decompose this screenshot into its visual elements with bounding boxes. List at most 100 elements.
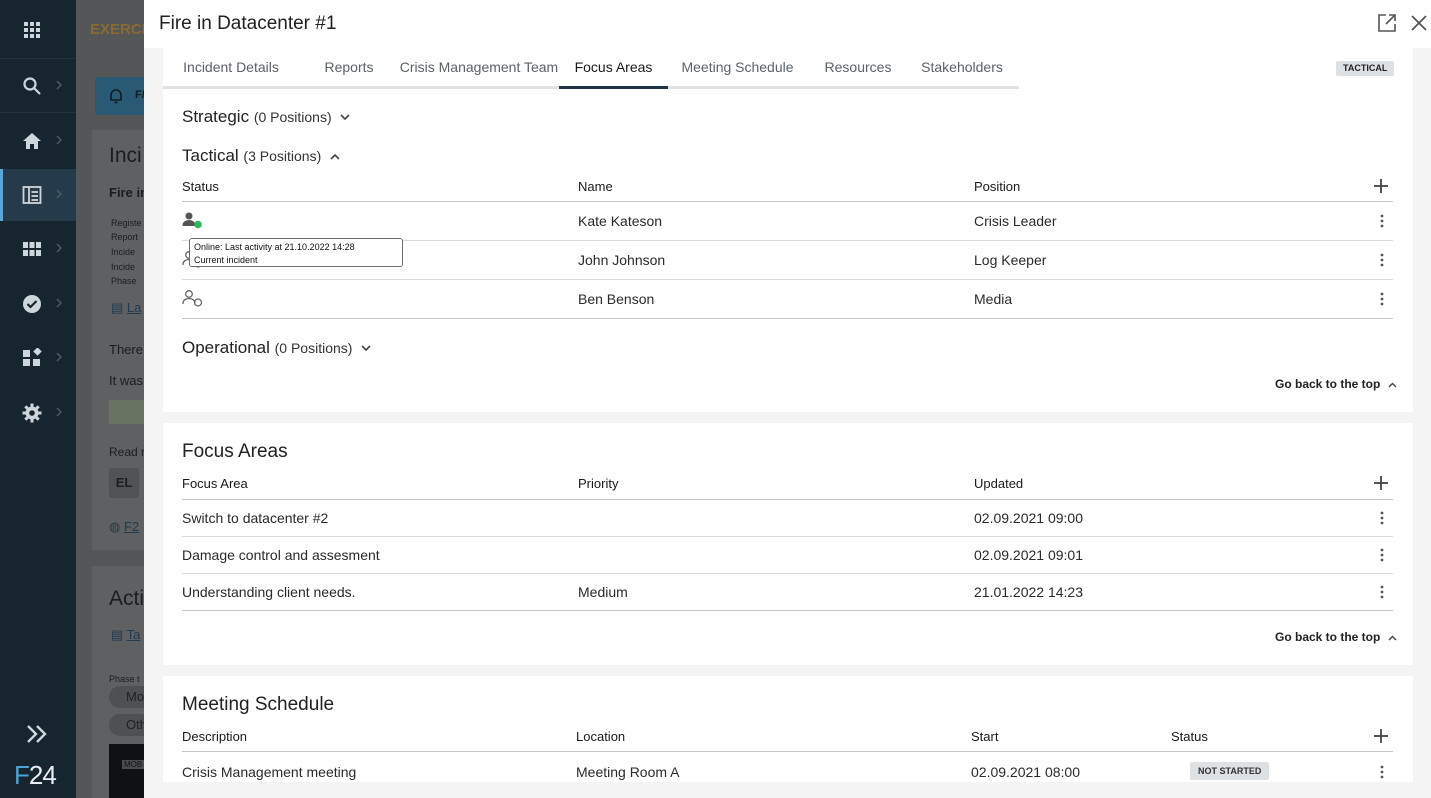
more-vert-icon[interactable] [1378,547,1386,563]
tab-reports[interactable]: Reports [299,47,399,89]
nav-incidents[interactable] [0,169,76,221]
chevron-right-icon [56,298,62,308]
background-meta: Phase t [109,674,140,684]
column-header-start[interactable]: Start [971,729,998,744]
focus-area-name[interactable]: Switch to datacenter #2 [182,510,328,526]
column-header-position[interactable]: Position [974,179,1020,194]
background-text: It was [109,373,143,388]
add-position-icon[interactable] [1373,178,1389,194]
tab-incident-details[interactable]: Incident Details [163,47,299,89]
background-link: ◍ F2 [109,519,140,534]
nav-tasks[interactable] [0,278,76,330]
meeting-schedule-card: Meeting Schedule Description Location St… [163,676,1413,782]
tactical-group-toggle[interactable]: Tactical (3 Positions) [182,146,340,166]
focus-area-priority: Medium [578,584,628,600]
chevron-down-icon [361,345,371,352]
focus-area-updated: 02.09.2021 09:00 [974,510,1083,526]
background-meta: Incide [111,247,136,257]
background-pill: Oth [109,714,144,736]
member-position: Crisis Leader [974,213,1057,229]
meeting-schedule-title: Meeting Schedule [182,694,335,715]
tab-resources[interactable]: Resources [807,47,909,89]
tab-focus-areas[interactable]: Focus Areas [559,47,668,89]
meeting-description[interactable]: Crisis Management meeting [182,764,356,780]
more-vert-icon[interactable] [1378,291,1386,307]
tab-crisis-management-team[interactable]: Crisis Management Team [399,47,559,89]
nav-divider [0,112,76,113]
search-icon [23,77,41,95]
background-heading: Inci [109,144,142,167]
tooltip-line: Online: Last activity at 21.10.2022 14:2… [194,242,355,252]
home-icon [23,133,41,149]
column-header-status[interactable]: Status [182,179,219,194]
column-header-priority[interactable]: Priority [578,476,618,491]
double-chevron-right-icon[interactable] [26,724,48,744]
status-tooltip: Online: Last activity at 21.10.2022 14:2… [189,238,403,267]
exercise-banner: EXERCIS [90,21,144,38]
background-meta: Registe [111,218,142,228]
chevron-right-icon [56,352,62,362]
strategic-group-toggle[interactable]: Strategic (0 Positions) [182,107,350,127]
background-heading: Acti [109,587,144,610]
background-text: Read r [109,445,144,459]
column-header-status[interactable]: Status [1171,729,1208,744]
table-divider [182,318,1393,319]
tab-meeting-schedule[interactable]: Meeting Schedule [668,47,807,89]
nav-widgets[interactable] [0,332,76,384]
background-app: EXERCIS F/ Inci Fire in Registe Report I… [76,0,144,798]
nav-home[interactable] [0,115,76,167]
focus-areas-card: Focus Areas Focus Area Priority Updated … [163,423,1413,665]
focus-area-updated: 02.09.2021 09:01 [974,547,1083,563]
nav-search[interactable] [0,60,76,112]
nav-rail: F24 [0,0,76,798]
open-in-new-icon[interactable] [1377,13,1397,33]
back-to-top-link[interactable]: Go back to the top [1275,377,1397,391]
column-header-description[interactable]: Description [182,729,247,744]
dialog-title: Fire in Datacenter #1 [159,13,337,34]
focus-area-name[interactable]: Damage control and assesment [182,547,380,563]
operational-group-toggle[interactable]: Operational (0 Positions) [182,338,371,358]
dialog-header: Fire in Datacenter #1 [144,0,1431,48]
close-icon[interactable] [1410,14,1428,32]
chevron-up-icon [1388,382,1397,388]
background-video-thumbnail: MOB [109,744,144,798]
table-divider [182,279,1393,280]
table-divider [182,610,1393,611]
background-meta: Phase [111,276,137,286]
more-vert-icon[interactable] [1378,252,1386,268]
member-position: Media [974,291,1013,307]
table-divider [182,536,1393,537]
focus-areas-title: Focus Areas [182,441,288,462]
add-focus-area-icon[interactable] [1373,475,1389,491]
dashboard-icon [22,186,42,204]
chevron-up-icon [330,153,340,160]
background-map-thumbnail [109,400,144,424]
table-divider [182,201,1393,202]
table-divider [182,499,1393,500]
nav-apps[interactable] [0,4,76,56]
chevron-right-icon [56,80,62,90]
column-header-focus-area[interactable]: Focus Area [182,476,248,491]
back-to-top-link[interactable]: Go back to the top [1275,630,1397,644]
column-header-updated[interactable]: Updated [974,476,1023,491]
meeting-location: Meeting Room A [576,764,680,780]
more-vert-icon[interactable] [1378,764,1386,780]
member-position: Log Keeper [974,252,1047,268]
nav-settings[interactable] [0,387,76,439]
widgets-icon [23,348,42,366]
background-link: ▤ La [111,300,142,315]
user-online-icon[interactable] [182,211,204,229]
add-meeting-icon[interactable] [1373,728,1389,744]
more-vert-icon[interactable] [1378,510,1386,526]
focus-area-name[interactable]: Understanding client needs. [182,584,356,600]
member-name: Ben Benson [578,291,655,307]
background-pill: Mo [109,686,144,708]
more-vert-icon[interactable] [1378,213,1386,229]
column-header-location[interactable]: Location [576,729,625,744]
more-vert-icon[interactable] [1378,584,1386,600]
tab-stakeholders[interactable]: Stakeholders [909,47,1015,89]
nav-modules[interactable] [0,223,76,275]
column-header-name[interactable]: Name [578,179,613,194]
background-meta: Incide [111,262,136,272]
user-offline-icon[interactable] [182,289,204,307]
